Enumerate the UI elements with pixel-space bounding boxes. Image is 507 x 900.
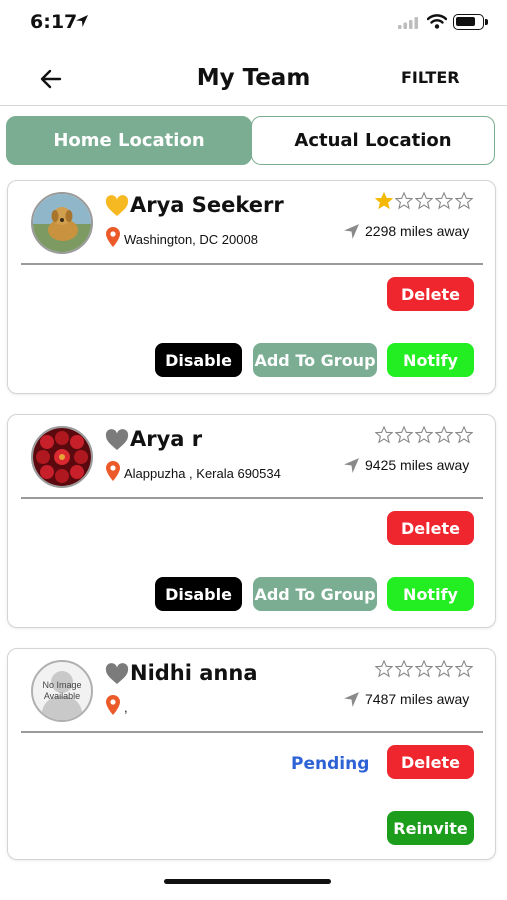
dog-photo-image: [33, 194, 91, 252]
member-avatar[interactable]: No Image Available: [31, 660, 93, 722]
disable-button[interactable]: Disable: [155, 577, 242, 611]
star-empty-icon[interactable]: [395, 192, 413, 210]
reinvite-button[interactable]: Reinvite: [387, 811, 474, 845]
star-empty-icon[interactable]: [455, 426, 473, 444]
delete-button[interactable]: Delete: [387, 745, 474, 779]
card-divider: [21, 497, 483, 499]
member-distance: 9425 miles away: [365, 457, 470, 473]
delete-button[interactable]: Delete: [387, 511, 474, 545]
app-header: My Team FILTER: [0, 52, 507, 104]
rating-stars[interactable]: [375, 660, 473, 678]
location-pin-icon: [106, 227, 120, 247]
navigation-arrow-icon: [344, 692, 359, 707]
member-avatar[interactable]: [31, 426, 93, 488]
card-divider: [21, 263, 483, 265]
member-card: Arya Seekerr Washington, DC 20008 2298 m…: [7, 180, 496, 394]
disable-button[interactable]: Disable: [155, 343, 242, 377]
star-empty-icon[interactable]: [435, 660, 453, 678]
star-empty-icon[interactable]: [375, 660, 393, 678]
star-empty-icon[interactable]: [415, 192, 433, 210]
member-card: Arya r Alappuzha , Kerala 690534 9425 mi…: [7, 414, 496, 628]
favorite-heart-icon[interactable]: [105, 195, 129, 217]
star-empty-icon[interactable]: [455, 660, 473, 678]
notify-button[interactable]: Notify: [387, 577, 474, 611]
header-divider: [0, 105, 507, 106]
pending-status-label: Pending: [291, 754, 370, 774]
notify-button[interactable]: Notify: [387, 343, 474, 377]
member-distance: 7487 miles away: [365, 691, 470, 707]
add-to-group-button[interactable]: Add To Group: [253, 343, 377, 377]
member-card: No Image Available Nidhi anna , 7487 mil…: [7, 648, 496, 860]
member-name: Arya Seekerr: [130, 193, 284, 217]
member-avatar[interactable]: [31, 192, 93, 254]
star-empty-icon[interactable]: [415, 660, 433, 678]
star-empty-icon[interactable]: [435, 192, 453, 210]
battery-icon: [453, 14, 488, 30]
member-name: Nidhi anna: [130, 661, 258, 685]
cellular-signal-icon: [398, 17, 418, 29]
star-empty-icon[interactable]: [455, 192, 473, 210]
wifi-icon: [427, 14, 447, 29]
member-location: Washington, DC 20008: [124, 232, 258, 247]
card-divider: [21, 731, 483, 733]
status-time: 6:17: [30, 11, 78, 33]
rating-stars[interactable]: [375, 192, 473, 210]
star-empty-icon[interactable]: [435, 426, 453, 444]
home-indicator[interactable]: [164, 879, 331, 884]
filter-button[interactable]: FILTER: [401, 68, 460, 87]
member-name: Arya r: [130, 427, 203, 451]
star-empty-icon[interactable]: [415, 426, 433, 444]
tab-actual-location[interactable]: Actual Location: [251, 116, 495, 165]
roses-photo-image: [33, 428, 91, 486]
navigation-arrow-icon: [344, 224, 359, 239]
navigation-arrow-icon: [344, 458, 359, 473]
member-distance: 2298 miles away: [365, 223, 470, 239]
star-empty-icon[interactable]: [395, 660, 413, 678]
favorite-heart-icon[interactable]: [105, 429, 129, 451]
favorite-heart-icon[interactable]: [105, 663, 129, 685]
location-pin-icon: [106, 461, 120, 481]
rating-stars[interactable]: [375, 426, 473, 444]
location-arrow-icon: [76, 15, 88, 27]
member-location: Alappuzha , Kerala 690534: [124, 466, 281, 481]
status-bar: 6:17: [0, 0, 507, 46]
star-filled-icon[interactable]: [375, 192, 393, 210]
tab-home-location[interactable]: Home Location: [6, 116, 252, 165]
delete-button[interactable]: Delete: [387, 277, 474, 311]
add-to-group-button[interactable]: Add To Group: [253, 577, 377, 611]
location-pin-icon: [106, 695, 120, 715]
star-empty-icon[interactable]: [395, 426, 413, 444]
star-empty-icon[interactable]: [375, 426, 393, 444]
avatar-placeholder-text: No Image Available: [42, 680, 82, 701]
member-location: ,: [124, 700, 128, 715]
